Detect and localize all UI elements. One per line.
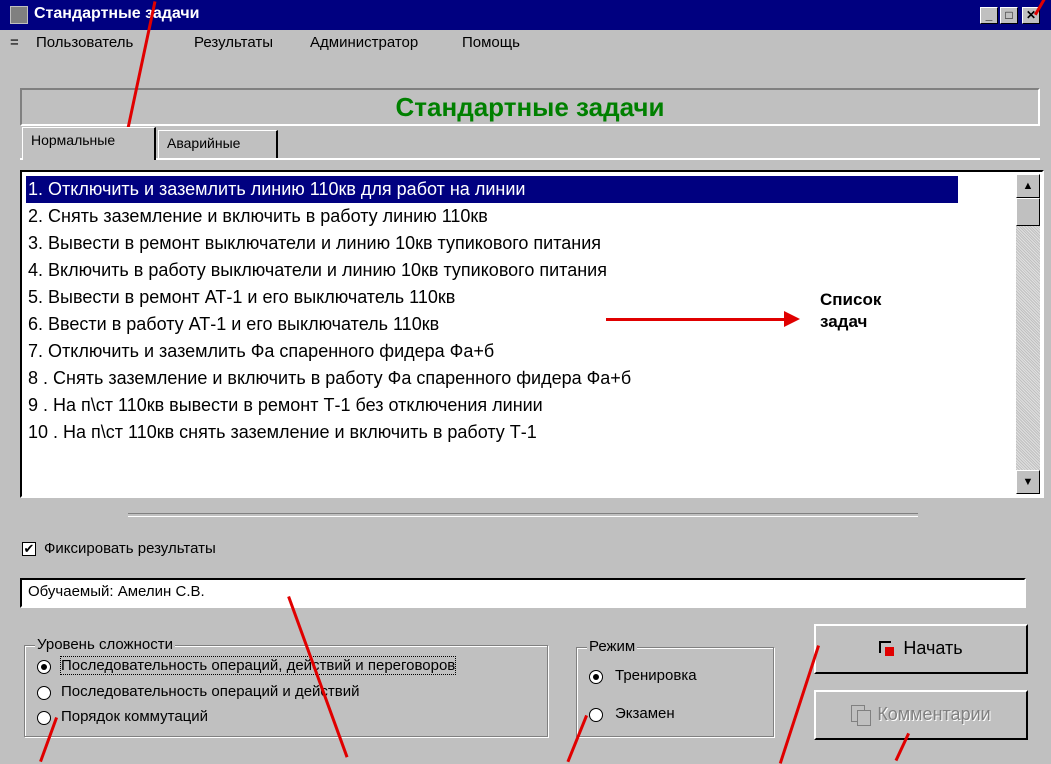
comments-button[interactable]: Комментарии: [814, 690, 1028, 740]
header-banner: Стандартные задачи: [20, 88, 1040, 126]
tab-emergency[interactable]: Аварийные: [158, 130, 278, 158]
difficulty-legend: Уровень сложности: [35, 636, 175, 653]
annotation-label: Список задач: [820, 289, 881, 333]
start-label: Начать: [903, 638, 963, 658]
fix-results-label: Фиксировать результаты: [44, 540, 216, 557]
trainee-field[interactable]: Обучаемый: Амелин С.В.: [20, 578, 1026, 608]
menu-help[interactable]: Помощь: [462, 34, 520, 51]
mode-label-training[interactable]: Тренировка: [615, 667, 697, 684]
page-title: Стандартные задачи: [395, 92, 665, 122]
task-item-5[interactable]: 5. Вывести в ремонт АТ-1 и его выключате…: [26, 284, 455, 311]
app-icon[interactable]: [10, 6, 28, 24]
task-item-3[interactable]: 3. Вывести в ремонт выключатели и линию …: [26, 230, 601, 257]
mode-group: Режим Тренировка Экзамен: [576, 638, 774, 737]
task-list[interactable]: 1. Отключить и заземлить линию 110кв для…: [20, 170, 1044, 498]
fix-results-checkbox[interactable]: ✔: [22, 542, 36, 556]
annotation-arrowhead-icon: [784, 311, 800, 327]
annotation-line-1: Список: [820, 290, 882, 309]
task-item-2[interactable]: 2. Снять заземление и включить в работу …: [26, 203, 488, 230]
mode-legend: Режим: [587, 638, 638, 655]
difficulty-radio-2[interactable]: [37, 686, 51, 700]
scroll-thumb[interactable]: [1016, 198, 1040, 226]
system-menu[interactable]: =: [10, 34, 19, 51]
minimize-button[interactable]: _: [980, 7, 998, 24]
difficulty-radio-1[interactable]: [37, 660, 51, 674]
difficulty-label-2[interactable]: Последовательность операций и действий: [61, 683, 360, 700]
menu-administrator[interactable]: Администратор: [310, 34, 418, 51]
task-list-scrollbar[interactable]: ▲ ▼: [1016, 174, 1040, 494]
window-title: Стандартные задачи: [34, 5, 200, 22]
menu-bar: = Пользователь Результаты Администратор …: [0, 30, 1051, 56]
task-item-10[interactable]: 10 . На п\ст 110кв снять заземление и вк…: [26, 419, 537, 446]
tab-divider: [20, 158, 1040, 160]
comments-label: Комментарии: [877, 704, 991, 724]
title-bar: Стандартные задачи _ □ ✕: [0, 0, 1051, 30]
mode-radio-exam[interactable]: [589, 708, 603, 722]
task-item-4[interactable]: 4. Включить в работу выключатели и линию…: [26, 257, 607, 284]
scroll-up-icon[interactable]: ▲: [1016, 174, 1040, 198]
difficulty-radio-3[interactable]: [37, 711, 51, 725]
start-icon: [879, 641, 895, 657]
mode-label-exam[interactable]: Экзамен: [615, 705, 675, 722]
scroll-down-icon[interactable]: ▼: [1016, 470, 1040, 494]
difficulty-label-3[interactable]: Порядок коммутаций: [61, 708, 208, 725]
annotation-arrow: [606, 318, 786, 321]
task-item-1[interactable]: 1. Отключить и заземлить линию 110кв для…: [26, 176, 958, 203]
tab-normal[interactable]: Нормальные: [22, 127, 156, 160]
annotation-line-2: задач: [820, 312, 868, 331]
divider: [128, 513, 918, 517]
maximize-button[interactable]: □: [1000, 7, 1018, 24]
task-item-8[interactable]: 8 . Снять заземление и включить в работу…: [26, 365, 631, 392]
difficulty-group: Уровень сложности Последовательность опе…: [24, 636, 548, 737]
task-item-7[interactable]: 7. Отключить и заземлить Фа спаренного ф…: [26, 338, 494, 365]
menu-user[interactable]: Пользователь: [36, 34, 133, 51]
task-item-6[interactable]: 6. Ввести в работу АТ-1 и его выключател…: [26, 311, 439, 338]
task-item-9[interactable]: 9 . На п\ст 110кв вывести в ремонт Т-1 б…: [26, 392, 543, 419]
difficulty-label-1[interactable]: Последовательность операций, действий и …: [59, 656, 457, 675]
comments-icon: [851, 705, 872, 727]
mode-radio-training[interactable]: [589, 670, 603, 684]
menu-results[interactable]: Результаты: [194, 34, 273, 51]
start-button[interactable]: Начать: [814, 624, 1028, 674]
